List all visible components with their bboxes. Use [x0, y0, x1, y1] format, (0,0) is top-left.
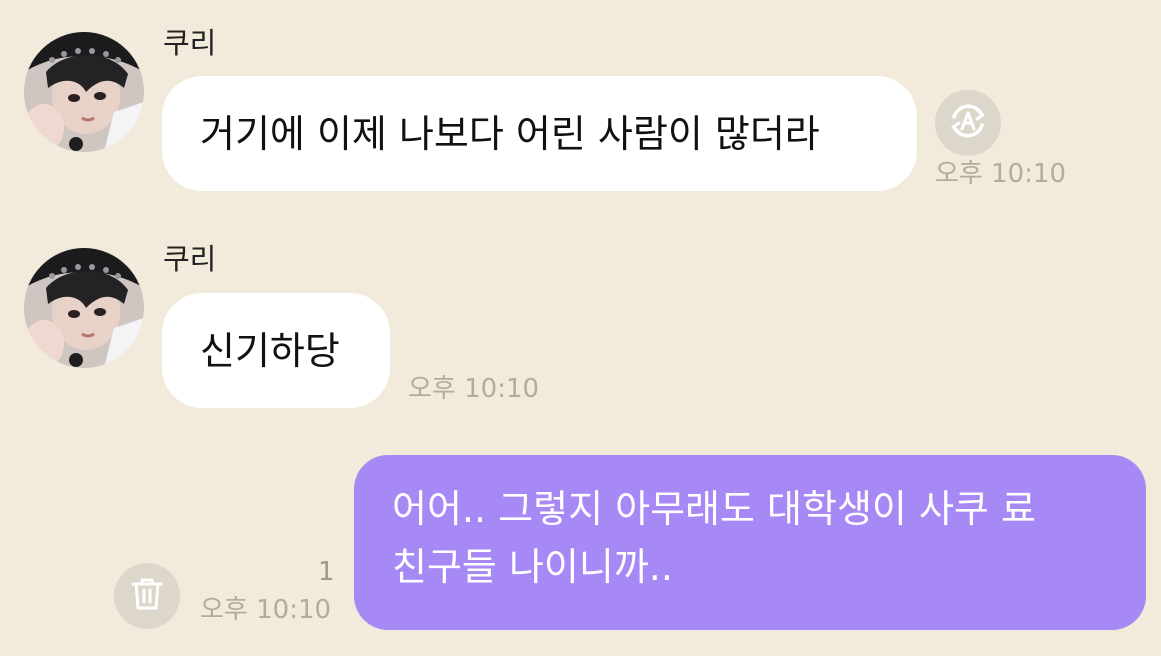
message-timestamp: 오후 10:10 — [935, 159, 1067, 189]
sender-name: 쿠리 — [163, 242, 217, 276]
message-text: 신기하당 — [200, 328, 340, 373]
message-text: 거기에 이제 나보다 어린 사람이 많더라 — [200, 111, 820, 156]
message-text-line: 어어.. 그렇지 아무래도 대학생이 사쿠 료 — [392, 487, 1036, 531]
sender-avatar[interactable] — [24, 248, 144, 368]
delete-button[interactable] — [114, 563, 180, 629]
trash-icon — [130, 576, 164, 616]
message-bubble[interactable]: 거기에 이제 나보다 어린 사람이 많더라 — [162, 76, 917, 191]
my-message-bubble[interactable]: 어어.. 그렇지 아무래도 대학생이 사쿠 료 친구들 나이니까.. — [354, 455, 1146, 630]
sender-avatar[interactable] — [24, 32, 144, 152]
auto-translate-icon — [944, 97, 992, 149]
message-bubble[interactable]: 신기하당 — [162, 293, 390, 408]
unread-count: 1 — [318, 557, 335, 587]
message-timestamp: 오후 10:10 — [408, 374, 540, 404]
auto-translate-button[interactable] — [935, 90, 1001, 156]
message-timestamp: 오후 10:10 — [200, 595, 332, 625]
sender-name: 쿠리 — [163, 26, 217, 60]
message-text-line: 친구들 나이니까.. — [392, 545, 673, 589]
